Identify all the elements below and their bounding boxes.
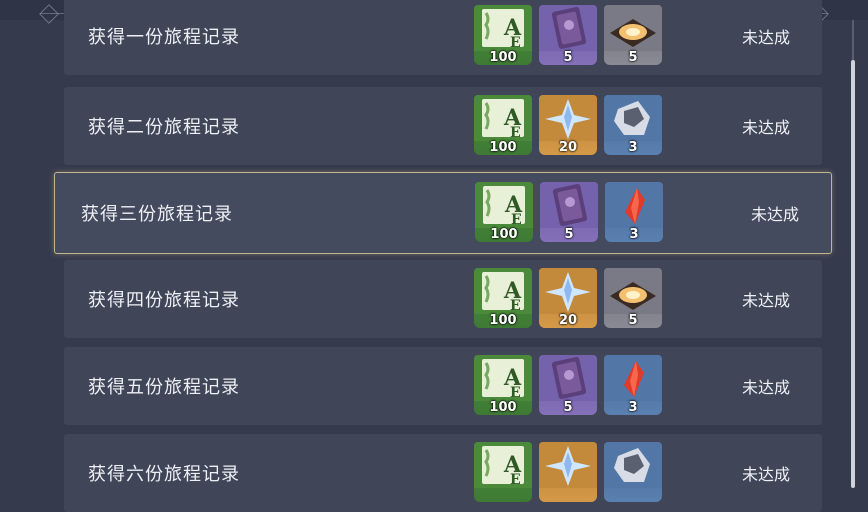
reward-count: 3 xyxy=(629,227,639,242)
reward-count: 20 xyxy=(558,313,578,328)
red-crystal-icon xyxy=(604,355,662,401)
reward-count: 20 xyxy=(558,140,578,155)
reward-count: 5 xyxy=(563,50,573,65)
svg-text:E: E xyxy=(510,35,521,51)
reward-count: 100 xyxy=(489,140,517,155)
achievement-status: 未达成 xyxy=(741,465,790,484)
reward-count: 100 xyxy=(490,227,518,242)
achievement-row[interactable]: 获得五份旅程记录 A E 100 5 3 未达成 xyxy=(64,347,822,425)
reward-count xyxy=(474,488,532,502)
reward-item[interactable]: 3 xyxy=(604,355,662,415)
reward-item[interactable]: 20 xyxy=(539,268,597,328)
reward-list: A E 100 5 3 xyxy=(475,182,663,242)
primogem-icon xyxy=(539,442,597,488)
reward-item[interactable]: 3 xyxy=(605,182,663,242)
scroll-track xyxy=(852,20,854,60)
weapon-ore-icon xyxy=(604,442,662,488)
reward-list: A E 100 5 5 xyxy=(474,5,662,65)
adventure-exp-icon: A E xyxy=(474,95,532,141)
svg-text:E: E xyxy=(510,385,521,401)
reward-item[interactable] xyxy=(604,442,662,502)
reward-item[interactable] xyxy=(539,442,597,502)
reward-count: 5 xyxy=(563,400,573,415)
achievement-row[interactable]: 获得六份旅程记录 A E 未达成 xyxy=(64,434,822,512)
reward-count xyxy=(539,488,597,502)
reward-count xyxy=(604,488,662,502)
reward-item[interactable]: A E 100 xyxy=(474,268,532,328)
reward-list: A E xyxy=(474,442,662,502)
achievement-title: 获得五份旅程记录 xyxy=(88,377,240,398)
reward-list: A E 100 20 3 xyxy=(474,95,662,155)
achievement-status: 未达成 xyxy=(741,378,790,397)
reward-count: 5 xyxy=(628,313,638,328)
reward-list: A E 100 20 5 xyxy=(474,268,662,328)
achievement-title: 获得四份旅程记录 xyxy=(88,290,240,311)
achievement-title: 获得二份旅程记录 xyxy=(88,117,240,138)
svg-text:E: E xyxy=(510,298,521,314)
adventure-exp-icon: A E xyxy=(475,182,533,228)
primogem-icon xyxy=(539,95,597,141)
reward-item[interactable]: 5 xyxy=(604,5,662,65)
reward-count: 5 xyxy=(564,227,574,242)
reward-list: A E 100 5 3 xyxy=(474,355,662,415)
reward-item[interactable]: A E 100 xyxy=(474,355,532,415)
reward-item[interactable]: A E 100 xyxy=(475,182,533,242)
heros-wit-book-icon xyxy=(540,182,598,228)
diamond-ornament-icon xyxy=(39,4,59,24)
svg-text:E: E xyxy=(510,125,521,141)
adventure-exp-icon: A E xyxy=(474,5,532,51)
reward-count: 100 xyxy=(489,313,517,328)
reward-item[interactable]: 20 xyxy=(539,95,597,155)
reward-item[interactable]: 3 xyxy=(604,95,662,155)
reward-item[interactable]: A E 100 xyxy=(474,95,532,155)
mystic-enhancement-ore-icon xyxy=(604,5,662,51)
weapon-ore-icon xyxy=(604,95,662,141)
adventure-exp-icon: A E xyxy=(474,268,532,314)
svg-text:E: E xyxy=(511,212,522,228)
reward-count: 3 xyxy=(628,400,638,415)
achievement-row[interactable]: 获得二份旅程记录 A E 100 20 3 未达成 xyxy=(64,87,822,165)
reward-item[interactable]: 5 xyxy=(604,268,662,328)
primogem-icon xyxy=(539,268,597,314)
reward-count: 3 xyxy=(628,140,638,155)
heros-wit-book-icon xyxy=(539,5,597,51)
achievement-status: 未达成 xyxy=(750,205,799,224)
svg-text:E: E xyxy=(510,472,521,488)
achievement-title: 获得一份旅程记录 xyxy=(88,27,240,48)
red-crystal-icon xyxy=(605,182,663,228)
reward-item[interactable]: 5 xyxy=(540,182,598,242)
reward-item[interactable]: 5 xyxy=(539,355,597,415)
achievement-status: 未达成 xyxy=(741,28,790,47)
adventure-exp-icon: A E xyxy=(474,442,532,488)
achievement-row[interactable]: 获得一份旅程记录 A E 100 5 5 未达成 xyxy=(64,0,822,75)
achievement-row[interactable]: 获得三份旅程记录 A E 100 5 3 未达成 xyxy=(54,172,832,254)
reward-count: 100 xyxy=(489,400,517,415)
reward-item[interactable]: A E 100 xyxy=(474,5,532,65)
achievement-status: 未达成 xyxy=(741,291,790,310)
reward-item[interactable]: A E xyxy=(474,442,532,502)
reward-count: 5 xyxy=(628,50,638,65)
scrollbar-thumb[interactable] xyxy=(851,60,855,488)
achievement-row[interactable]: 获得四份旅程记录 A E 100 20 5 未达成 xyxy=(64,260,822,338)
heros-wit-book-icon xyxy=(539,355,597,401)
achievement-title: 获得六份旅程记录 xyxy=(88,464,240,485)
achievement-title: 获得三份旅程记录 xyxy=(81,204,233,225)
achievement-status: 未达成 xyxy=(741,118,790,137)
adventure-exp-icon: A E xyxy=(474,355,532,401)
reward-count: 100 xyxy=(489,50,517,65)
reward-item[interactable]: 5 xyxy=(539,5,597,65)
mystic-enhancement-ore-icon xyxy=(604,268,662,314)
